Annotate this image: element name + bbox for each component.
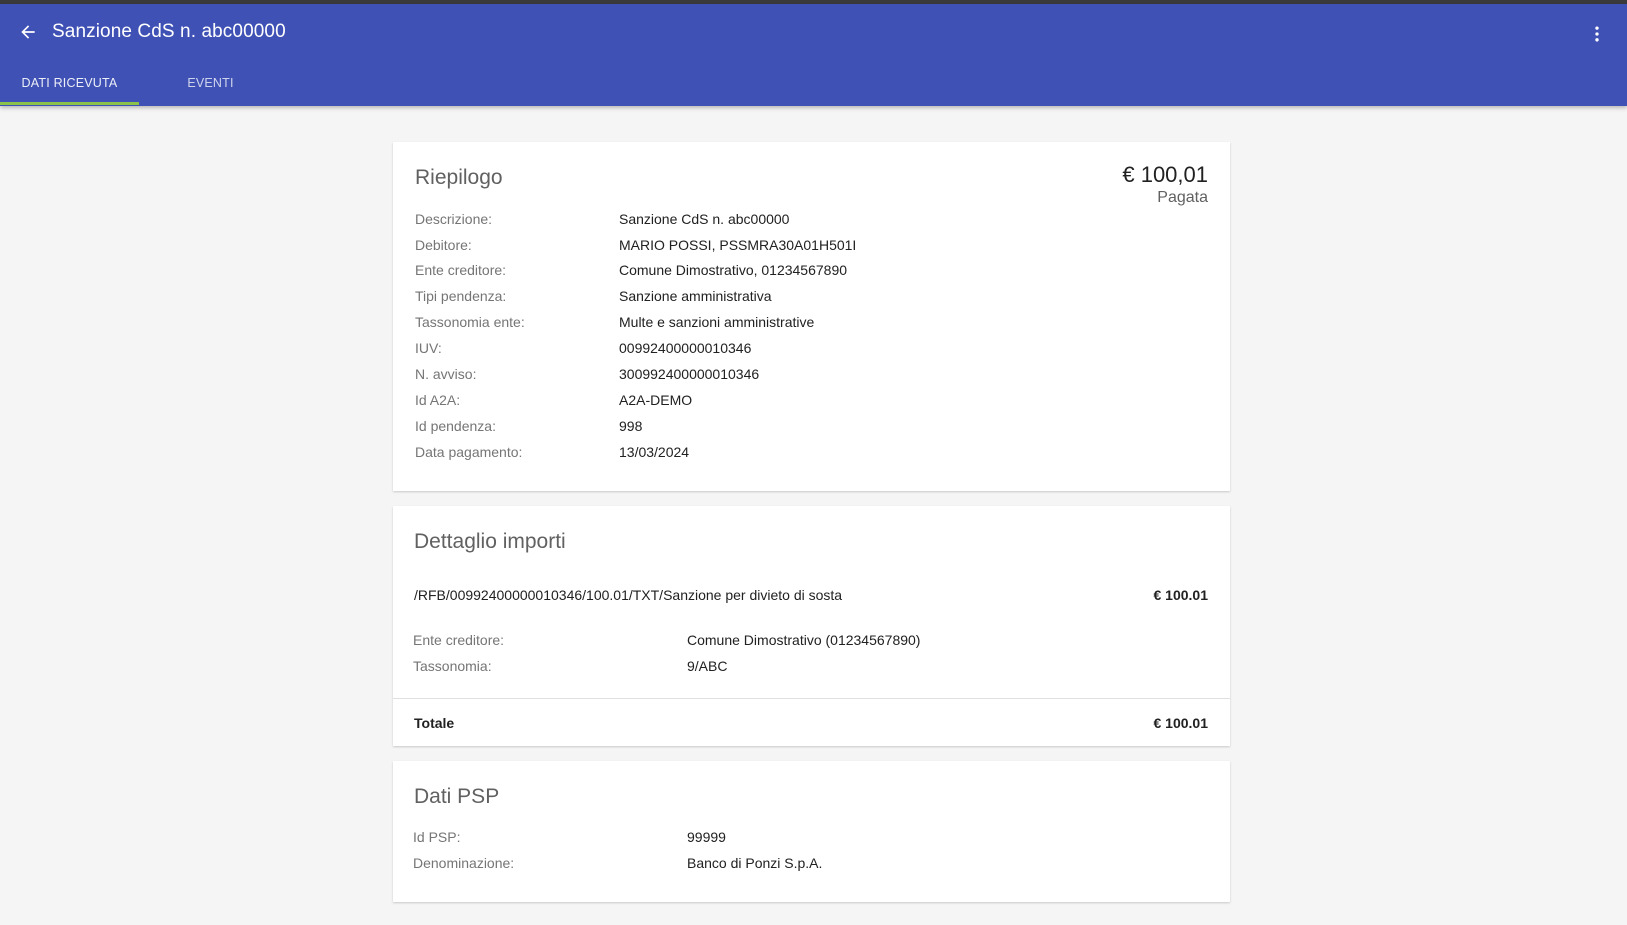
dati-psp-card: Dati PSP Id PSP: 99999 Denominazione: Ba… [393, 761, 1230, 902]
id-pendenza-value: 998 [619, 418, 643, 434]
active-tab-indicator [0, 102, 139, 105]
status-badge: Pagata [1157, 189, 1208, 206]
debitore-value: MARIO POSSI, PSSMRA30A01H501I [619, 237, 857, 253]
data-pagamento-value: 13/03/2024 [619, 444, 690, 460]
totale-label: Totale [414, 715, 455, 731]
total-amount: € 100,01 [1122, 162, 1208, 187]
riepilogo-title: Riepilogo [415, 166, 503, 189]
descrizione-label: Descrizione: [415, 211, 493, 227]
item-ente-creditore-value: Comune Dimostrativo (01234567890) [687, 632, 921, 648]
item-ente-creditore-label: Ente creditore: [413, 632, 505, 648]
item-tassonomia-value: 9/ABC [687, 658, 728, 674]
iuv-label: IUV: [415, 340, 442, 356]
id-pendenza-label: Id pendenza: [415, 418, 496, 434]
denominazione-label: Denominazione: [413, 855, 515, 871]
item-tassonomia-label: Tassonomia: [413, 658, 492, 674]
ente-creditore-value: Comune Dimostrativo, 01234567890 [619, 262, 848, 278]
tipi-pendenza-value: Sanzione amministrativa [619, 288, 772, 304]
debitore-label: Debitore: [415, 237, 472, 253]
id-a2a-label: Id A2A: [415, 392, 461, 408]
denominazione-value: Banco di Ponzi S.p.A. [687, 855, 823, 871]
causale-text: /RFB/00992400000010346/100.01/TXT/Sanzio… [414, 587, 843, 603]
tassonomia-ente-label: Tassonomia ente: [415, 314, 525, 330]
more-vert-icon [1587, 24, 1607, 49]
item-amount: € 100.01 [1153, 587, 1209, 603]
totale-divider [393, 698, 1230, 699]
data-pagamento-label: Data pagamento: [415, 444, 523, 460]
iuv-value: 00992400000010346 [619, 340, 752, 356]
back-button[interactable] [14, 20, 42, 48]
dettaglio-title: Dettaglio importi [414, 530, 566, 553]
descrizione-value: Sanzione CdS n. abc00000 [619, 211, 790, 227]
more-menu-button[interactable] [1585, 22, 1609, 50]
tipi-pendenza-label: Tipi pendenza: [415, 288, 507, 304]
id-psp-value: 99999 [687, 829, 726, 845]
tassonomia-ente-value: Multe e sanzioni amministrative [619, 314, 815, 330]
tab-dati-ricevuta[interactable]: DATI RICEVUTA [0, 60, 139, 106]
page-title: Sanzione CdS n. abc00000 [52, 21, 286, 42]
id-a2a-value: A2A-DEMO [619, 392, 693, 408]
arrow-back-icon [18, 22, 38, 47]
dettaglio-importi-card: Dettaglio importi /RFB/00992400000010346… [393, 506, 1230, 746]
totale-amount: € 100.01 [1153, 715, 1209, 731]
psp-title: Dati PSP [414, 785, 500, 808]
id-psp-label: Id PSP: [413, 829, 461, 845]
numero-avviso-label: N. avviso: [415, 366, 477, 382]
numero-avviso-value: 300992400000010346 [619, 366, 760, 382]
tab-eventi[interactable]: EVENTI [139, 60, 282, 106]
ente-creditore-label: Ente creditore: [415, 262, 507, 278]
app-bar: Sanzione CdS n. abc00000 DATI RICEVUTA E… [0, 4, 1627, 106]
riepilogo-card: Riepilogo € 100,01 Pagata Descrizione: S… [393, 142, 1230, 491]
